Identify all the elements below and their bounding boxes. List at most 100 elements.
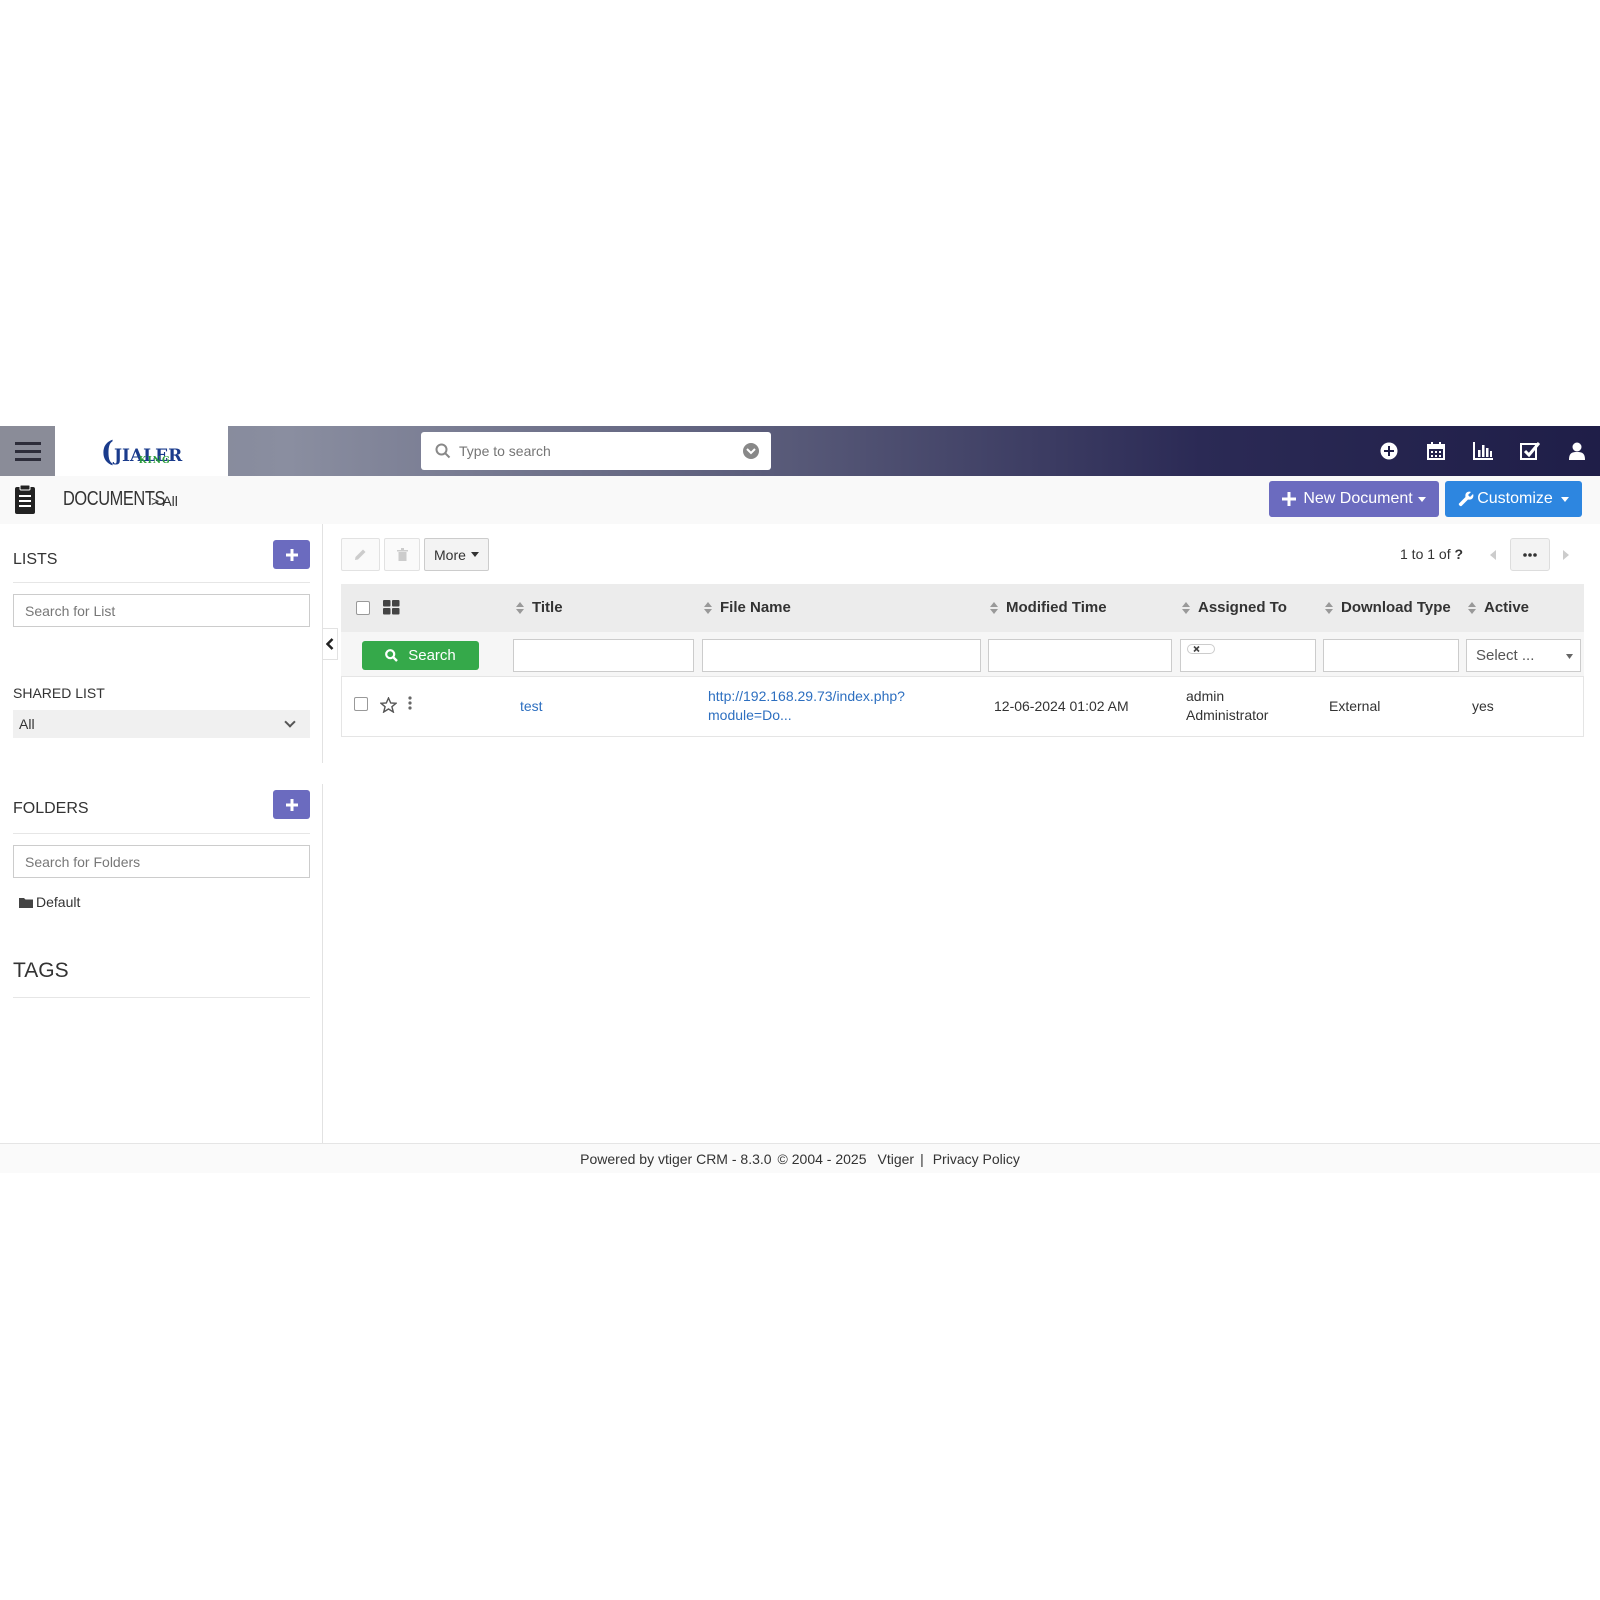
global-search-box[interactable] bbox=[421, 432, 771, 470]
privacy-policy-link[interactable]: Privacy Policy bbox=[933, 1151, 1020, 1167]
shared-list-select[interactable]: All bbox=[13, 710, 310, 738]
breadcrumb: > All bbox=[151, 493, 178, 509]
lists-heading: LISTS bbox=[13, 551, 58, 568]
shared-list-value: All bbox=[19, 716, 35, 732]
column-header-assigned-to[interactable]: Assigned To bbox=[1182, 599, 1287, 616]
cell-download-type: External bbox=[1329, 698, 1381, 714]
reports-button[interactable] bbox=[1459, 426, 1506, 476]
delete-button[interactable] bbox=[384, 538, 420, 571]
next-page-button[interactable] bbox=[1551, 538, 1581, 571]
caret-down-icon bbox=[470, 552, 479, 557]
clear-tag-icon[interactable] bbox=[1187, 644, 1215, 654]
row-checkbox[interactable] bbox=[354, 697, 368, 711]
column-header-modified-time[interactable]: Modified Time bbox=[990, 599, 1107, 616]
file-name-line1: http://192.168.29.73/index.php? bbox=[708, 688, 905, 704]
user-menu-button[interactable] bbox=[1553, 426, 1600, 476]
search-icon bbox=[385, 649, 399, 662]
filter-row: Search Select ... bbox=[341, 632, 1584, 677]
cell-file-name[interactable]: http://192.168.29.73/index.php? module=D… bbox=[708, 687, 905, 725]
crm-app: (JIALER KING Type to search DOCUMENTS > … bbox=[0, 426, 1600, 1174]
powered-by-text: Powered by vtiger CRM - 8.3.0 bbox=[580, 1150, 772, 1167]
add-list-button[interactable] bbox=[273, 540, 310, 569]
search-options-dropdown-icon[interactable] bbox=[743, 443, 759, 459]
ellipsis-icon bbox=[1523, 552, 1537, 557]
calendar-button[interactable] bbox=[1412, 426, 1459, 476]
assigned-line2: Administrator bbox=[1186, 707, 1269, 723]
plus-icon bbox=[285, 548, 298, 561]
user-icon bbox=[1568, 442, 1585, 460]
pencil-icon bbox=[355, 549, 366, 560]
search-list-input[interactable]: Search for List bbox=[13, 594, 310, 627]
active-filter-placeholder: Select ... bbox=[1476, 647, 1535, 664]
star-icon[interactable] bbox=[380, 697, 397, 713]
module-header: DOCUMENTS > All New Document Customize bbox=[0, 476, 1600, 524]
file-name-filter-input[interactable] bbox=[702, 639, 981, 672]
pagination-total[interactable]: ? bbox=[1454, 546, 1463, 562]
assigned-to-filter-input[interactable] bbox=[1180, 639, 1316, 672]
calendar-icon bbox=[1426, 442, 1445, 460]
column-header-title[interactable]: Title bbox=[516, 599, 563, 616]
more-label: More bbox=[434, 546, 466, 563]
documents-table: Title File Name Modified Time Assigned T… bbox=[341, 584, 1584, 737]
trash-icon bbox=[396, 548, 408, 561]
customize-button[interactable]: Customize bbox=[1445, 481, 1582, 517]
logo-subtext: KING bbox=[138, 455, 171, 466]
chevron-left-icon bbox=[326, 638, 334, 650]
edit-button[interactable] bbox=[341, 538, 380, 571]
company-logo[interactable]: (JIALER KING bbox=[55, 426, 228, 476]
menu-toggle-button[interactable] bbox=[0, 426, 55, 476]
divider bbox=[13, 833, 310, 834]
tasks-button[interactable] bbox=[1506, 426, 1553, 476]
cell-title[interactable]: test bbox=[520, 697, 543, 716]
module-title[interactable]: DOCUMENTS bbox=[63, 488, 165, 511]
select-all-checkbox[interactable] bbox=[356, 601, 370, 615]
title-filter-input[interactable] bbox=[513, 639, 694, 672]
column-header-active[interactable]: Active bbox=[1468, 599, 1529, 616]
table-row[interactable]: test http://192.168.29.73/index.php? mod… bbox=[341, 677, 1584, 737]
collapse-sidebar-button[interactable] bbox=[323, 628, 338, 660]
cell-modified-time: 12-06-2024 01:02 AM bbox=[994, 698, 1129, 714]
breadcrumb-current[interactable]: All bbox=[162, 493, 178, 509]
breadcrumb-separator: > bbox=[151, 493, 160, 509]
sort-icon bbox=[1468, 601, 1476, 614]
hamburger-icon bbox=[14, 441, 41, 461]
chevron-down-icon bbox=[284, 716, 296, 728]
search-icon bbox=[435, 443, 451, 459]
column-header-file-name[interactable]: File Name bbox=[704, 599, 791, 616]
list-toolbar: More bbox=[341, 538, 489, 571]
quick-create-button[interactable] bbox=[1365, 426, 1412, 476]
sort-icon bbox=[516, 601, 524, 614]
cell-active: yes bbox=[1472, 698, 1494, 714]
download-type-filter-input[interactable] bbox=[1323, 639, 1459, 672]
folders-heading: FOLDERS bbox=[13, 800, 89, 817]
logo-text: (JIALER KING bbox=[100, 434, 183, 468]
active-filter-select[interactable]: Select ... bbox=[1466, 639, 1581, 672]
search-folders-input[interactable]: Search for Folders bbox=[13, 845, 310, 878]
folders-section: FOLDERS Search for Folders Default TAGS bbox=[0, 784, 323, 1143]
previous-page-button[interactable] bbox=[1478, 538, 1508, 571]
sidebar-gap bbox=[0, 763, 323, 784]
folder-label: Default bbox=[36, 894, 81, 910]
page-jump-button[interactable] bbox=[1510, 538, 1550, 571]
new-document-label: New Document bbox=[1303, 490, 1413, 507]
grid-view-icon[interactable] bbox=[383, 600, 400, 615]
sort-icon bbox=[1325, 601, 1333, 614]
modified-time-filter-input[interactable] bbox=[988, 639, 1172, 672]
sort-icon bbox=[990, 601, 998, 614]
more-actions-dropdown[interactable]: More bbox=[424, 538, 489, 571]
assigned-line1: admin bbox=[1186, 688, 1225, 704]
plus-circle-icon bbox=[1380, 442, 1397, 460]
file-name-line2: module=Do... bbox=[708, 707, 792, 723]
folder-item-default[interactable]: Default bbox=[19, 894, 80, 910]
column-header-download-type[interactable]: Download Type bbox=[1325, 599, 1451, 616]
row-actions-icon[interactable] bbox=[408, 696, 412, 710]
copyright-text: © 2004 - 2025 bbox=[777, 1150, 867, 1167]
customize-label: Customize bbox=[1477, 490, 1553, 507]
vtiger-link[interactable]: Vtiger bbox=[877, 1151, 914, 1167]
search-button[interactable]: Search bbox=[362, 641, 479, 670]
document-icon bbox=[15, 485, 35, 514]
search-button-label: Search bbox=[408, 647, 456, 664]
new-document-button[interactable]: New Document bbox=[1269, 481, 1439, 517]
add-folder-button[interactable] bbox=[273, 790, 310, 819]
global-search-input[interactable] bbox=[459, 443, 739, 459]
